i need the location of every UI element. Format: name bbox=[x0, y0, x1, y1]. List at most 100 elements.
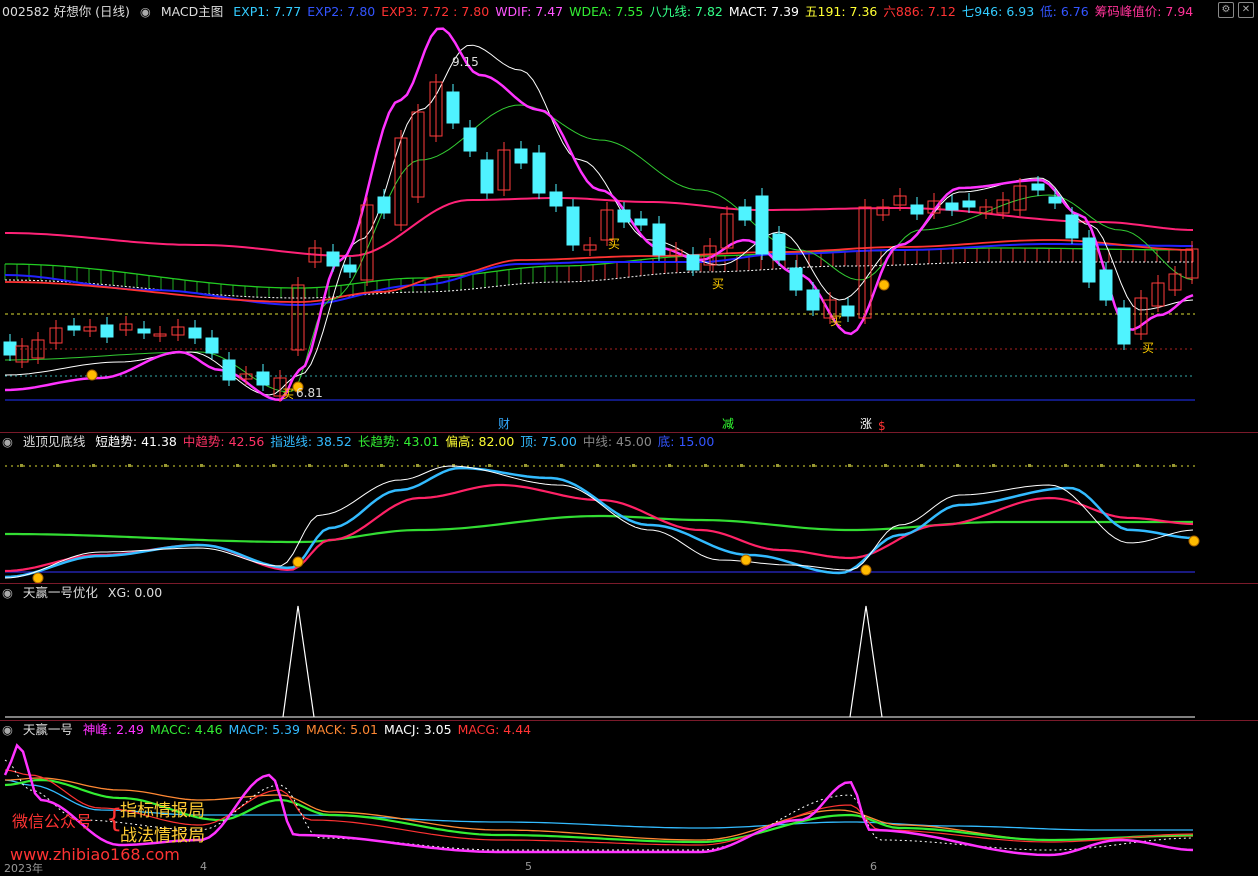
watermark-line1: 指标情报局 bbox=[120, 801, 205, 821]
event-marker: $ bbox=[878, 419, 886, 433]
high-dot bbox=[884, 464, 887, 467]
high-dot bbox=[704, 464, 707, 467]
high-dot bbox=[848, 464, 851, 467]
high-dot bbox=[560, 464, 563, 467]
pane2-legend-item: 偏高: 82.00 bbox=[445, 434, 515, 449]
high-dot bbox=[740, 464, 743, 467]
high-dot bbox=[236, 464, 239, 467]
high-dot bbox=[92, 464, 95, 467]
pane4-legend-item: MACC: 4.46 bbox=[149, 722, 223, 737]
candle bbox=[945, 202, 959, 211]
buy-marker: 买 bbox=[1142, 341, 1154, 355]
high-dot bbox=[1172, 464, 1175, 467]
high-dot bbox=[812, 464, 815, 467]
high-dot bbox=[596, 464, 599, 467]
event-marker: 涨 bbox=[860, 416, 872, 431]
high-dot bbox=[1028, 464, 1031, 467]
pane2-legend-item: 短趋势: 41.38 bbox=[95, 434, 177, 449]
candle bbox=[67, 325, 81, 331]
pane2-legend-item: 底: 15.00 bbox=[657, 434, 715, 449]
pane4-title[interactable]: 天赢一号 bbox=[23, 722, 73, 737]
wdif-line bbox=[4, 27, 1194, 402]
pane2-legend-item: 中趋势: 42.56 bbox=[182, 434, 265, 449]
trend-pane bbox=[4, 464, 1200, 584]
signal-pane bbox=[5, 605, 1195, 718]
coin-icon bbox=[86, 369, 98, 381]
high-dot bbox=[920, 464, 923, 467]
candle bbox=[137, 328, 151, 334]
coin-icon bbox=[860, 564, 872, 576]
buy-marker: 买 bbox=[830, 314, 842, 328]
high-dot bbox=[56, 464, 59, 467]
candle bbox=[480, 159, 494, 194]
candle bbox=[1065, 214, 1079, 239]
channel-upper-line bbox=[5, 247, 1193, 289]
high-dot bbox=[164, 464, 167, 467]
candle bbox=[789, 267, 803, 291]
x-tick-label: 4 bbox=[200, 860, 207, 873]
pane2-title[interactable]: 逃顶见底线 bbox=[23, 434, 86, 449]
collapse-icon[interactable]: ◉ bbox=[2, 722, 13, 737]
pane4-legend-item: MACP: 5.39 bbox=[228, 722, 300, 737]
candle bbox=[3, 341, 17, 356]
coin-icon bbox=[740, 554, 752, 566]
collapse-icon[interactable]: ◉ bbox=[2, 585, 13, 600]
pane2-legend-item: 长趋势: 43.01 bbox=[357, 434, 440, 449]
pane3-legend-item: XG: 0.00 bbox=[107, 585, 163, 600]
high-dot bbox=[200, 464, 203, 467]
chip-peak-line bbox=[5, 197, 1194, 258]
candle bbox=[1099, 269, 1113, 301]
candle bbox=[910, 204, 924, 215]
high-dot bbox=[380, 464, 383, 467]
candle bbox=[772, 233, 786, 261]
coin-icon bbox=[878, 279, 890, 291]
low-price-label: 6.81 bbox=[296, 386, 323, 400]
pane2-legend: ◉ 逃顶见底线 短趋势: 41.38 中趋势: 42.56 指逃线: 38.52 长趋… bbox=[0, 432, 1258, 452]
candle bbox=[1031, 183, 1045, 191]
high-dot bbox=[1100, 464, 1103, 467]
candle bbox=[446, 91, 460, 124]
pane3-legend-items: XG: 0.00 bbox=[108, 585, 168, 600]
xg-spike bbox=[849, 605, 883, 718]
pane3-title[interactable]: 天赢一号优化 bbox=[23, 585, 98, 600]
candle bbox=[755, 195, 769, 255]
pane4-legend-item: MACK: 5.01 bbox=[305, 722, 378, 737]
high-price-label: 9.15 bbox=[452, 55, 479, 69]
event-marker: 财 bbox=[498, 417, 510, 431]
candle bbox=[738, 206, 752, 221]
event-marker: 减 bbox=[722, 417, 734, 431]
high-dot bbox=[488, 464, 491, 467]
high-dot bbox=[776, 464, 779, 467]
candle bbox=[566, 206, 580, 246]
candle bbox=[841, 305, 855, 317]
candle bbox=[100, 324, 114, 338]
mid-trend-line bbox=[4, 483, 1194, 573]
high-dot bbox=[992, 464, 995, 467]
high-dot bbox=[272, 464, 275, 467]
watermark-left: 微信公众号 bbox=[12, 812, 93, 831]
candle bbox=[256, 371, 270, 386]
high-dot bbox=[344, 464, 347, 467]
buy-marker: 买 bbox=[608, 237, 620, 251]
pane2-legend-item: 指逃线: 38.52 bbox=[270, 434, 352, 449]
buy-marker: 买 bbox=[712, 277, 724, 291]
candle bbox=[1082, 237, 1096, 283]
candle bbox=[549, 191, 563, 207]
high-dot bbox=[416, 464, 419, 467]
candle bbox=[806, 289, 820, 311]
candle bbox=[617, 209, 631, 223]
main-price-pane: 买买买买买 6.819.15财减涨 $ bbox=[3, 27, 1199, 433]
x-tick-label: 5 bbox=[525, 860, 532, 873]
pane2-legend-item: 中线: 45.00 bbox=[582, 434, 652, 449]
high-dot bbox=[632, 464, 635, 467]
high-dot bbox=[128, 464, 131, 467]
candle bbox=[205, 337, 219, 354]
high-dot bbox=[20, 464, 23, 467]
pane3-legend: ◉ 天赢一号优化 XG: 0.00 bbox=[0, 583, 1258, 603]
high-dot bbox=[668, 464, 671, 467]
high-dot bbox=[524, 464, 527, 467]
high-dot bbox=[1136, 464, 1139, 467]
pane4-legend-item: MACG: 4.44 bbox=[457, 722, 532, 737]
candle bbox=[1117, 307, 1131, 345]
collapse-icon[interactable]: ◉ bbox=[2, 434, 13, 449]
